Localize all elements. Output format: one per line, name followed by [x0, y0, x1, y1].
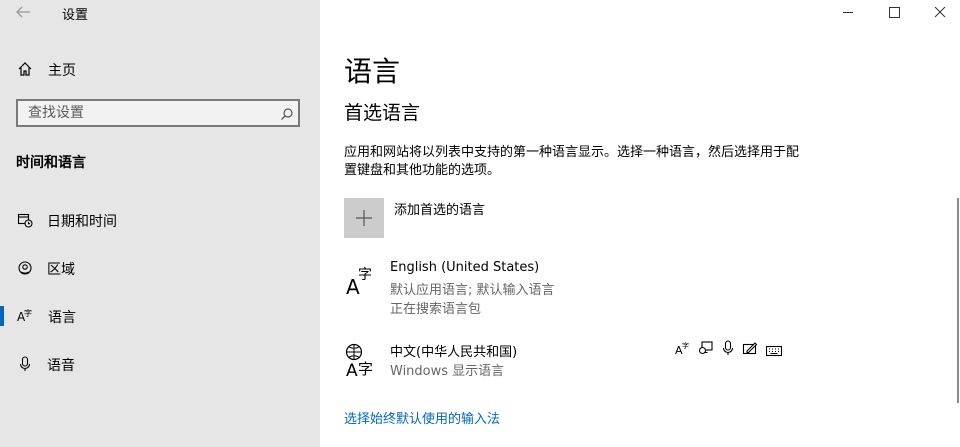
- section-title: 时间和语言: [16, 155, 86, 171]
- sidebar-item-date-time[interactable]: 日期和时间: [0, 206, 320, 234]
- search-icon[interactable]: [280, 106, 294, 125]
- language-detail: 默认应用语言; 默认输入语言: [390, 283, 555, 298]
- microphone-icon: [721, 340, 735, 360]
- plus-icon: [355, 209, 373, 231]
- window-title: 设置: [62, 8, 89, 23]
- svg-text:A: A: [346, 361, 358, 378]
- language-glyph-icon: A字: [344, 260, 380, 300]
- language-detail: 正在搜索语言包: [390, 302, 482, 317]
- language-item-english[interactable]: A字 English (United States) 默认应用语言; 默认输入语…: [344, 258, 804, 318]
- maximize-button[interactable]: [871, 0, 917, 26]
- home-icon: [17, 61, 33, 81]
- language-pack-icon: A字: [675, 340, 691, 360]
- keyboard-icon: [765, 342, 783, 361]
- svg-text:字: 字: [358, 267, 372, 283]
- sidebar-item-region[interactable]: 区域: [0, 254, 320, 282]
- language-icon: A字: [17, 307, 35, 328]
- svg-text:字: 字: [358, 360, 373, 378]
- close-button[interactable]: [917, 0, 960, 26]
- main-content: 语言 首选语言 应用和网站将以列表中支持的第一种语言显示。选择一种语言，然后选择…: [320, 0, 960, 447]
- svg-text:字: 字: [24, 308, 32, 318]
- section-subtitle: 首选语言: [344, 102, 421, 124]
- globe-icon: [17, 260, 33, 280]
- minimize-button[interactable]: [825, 0, 871, 26]
- sidebar-item-label: 日期和时间: [47, 214, 117, 230]
- page-title: 语言: [344, 55, 401, 88]
- sidebar-item-label: 语音: [47, 358, 75, 374]
- handwriting-icon: [742, 340, 758, 360]
- language-name: 中文(中华人民共和国): [390, 345, 518, 360]
- sidebar: 设置 主页 时间和语言 日期和时间 区域 A字 语言: [0, 0, 320, 447]
- calendar-clock-icon: [17, 212, 33, 232]
- sidebar-item-home[interactable]: 主页: [0, 56, 320, 82]
- sidebar-item-speech[interactable]: 语音: [0, 350, 320, 378]
- description-text: 应用和网站将以列表中支持的第一种语言显示。选择一种语言，然后选择用于配置键盘和其…: [344, 145, 800, 178]
- speech-display-icon: [698, 340, 714, 360]
- sidebar-item-label: 区域: [47, 262, 75, 278]
- microphone-icon: [18, 356, 32, 376]
- default-input-method-link[interactable]: 选择始终默认使用的输入法: [344, 408, 500, 427]
- search-input[interactable]: [28, 101, 268, 125]
- add-language-label[interactable]: 添加首选的语言: [394, 199, 485, 218]
- language-item-chinese[interactable]: A字 中文(中华人民共和国) Windows 显示语言: [344, 340, 804, 384]
- svg-text:字: 字: [682, 341, 689, 350]
- add-language-button[interactable]: [344, 198, 384, 238]
- search-box[interactable]: [16, 99, 300, 127]
- language-name: English (United States): [390, 260, 540, 275]
- sidebar-item-label: 语言: [48, 310, 76, 326]
- language-detail: Windows 显示语言: [390, 364, 505, 379]
- back-arrow-icon[interactable]: [14, 4, 32, 20]
- scrollbar[interactable]: [957, 198, 959, 403]
- sidebar-item-language[interactable]: A字 语言: [4, 302, 320, 330]
- language-glyph-icon: A字: [344, 342, 380, 382]
- sidebar-item-label: 主页: [48, 63, 76, 79]
